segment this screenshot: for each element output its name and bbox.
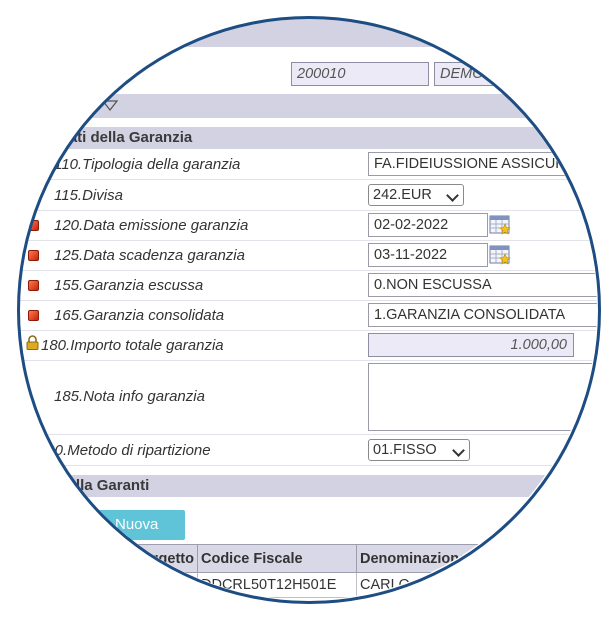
row-data-emissione: 120.Data emissione garanzia 02-02-2022 (19, 210, 597, 241)
label-tipologia: 110.Tipologia della garanzia (54, 156, 241, 173)
label-importo-totale: 180.Importo totale garanzia (41, 337, 224, 354)
calendar-icon[interactable] (489, 213, 511, 235)
cell-codice-fiscale: DDCRL50T12H501E (197, 572, 357, 598)
table-header-row: Soggetto Codice Fiscale Denominazione (40, 544, 544, 573)
importo-totale-field: 1.000,00 (368, 333, 574, 357)
new-row-button[interactable]: Nuova Riga (60, 510, 185, 563)
section-title: Tabella Garanti (42, 477, 150, 494)
chevron-down-icon (446, 189, 459, 202)
collapse-triangle-icon[interactable] (102, 100, 118, 112)
required-bullet-icon (28, 280, 39, 291)
nota-info-textarea[interactable] (368, 363, 597, 431)
name-field[interactable]: DEMO (434, 62, 597, 86)
chevron-down-icon (452, 444, 465, 457)
column-header-soggetto[interactable]: Soggetto (40, 544, 198, 573)
row-nota-info: 185.Nota info garanzia (19, 361, 597, 435)
column-header-denominazione[interactable]: Denominazione (356, 544, 544, 573)
garanti-table: Soggetto Codice Fiscale Denominazione DD… (40, 544, 544, 598)
tipologia-field[interactable]: FA.FIDEIUSSIONE ASSICURATIVA (368, 152, 597, 176)
row-garanzia-escussa: 155.Garanzia escussa 0.NON ESCUSSA (19, 270, 597, 301)
row-tipologia: 110.Tipologia della garanzia FA.FIDEIUSS… (19, 149, 597, 180)
data-emissione-field[interactable]: 02-02-2022 (368, 213, 488, 237)
label-divisa: 115.Divisa (54, 187, 123, 204)
required-bullet-icon (28, 310, 39, 321)
top-header-band (19, 18, 597, 47)
collapse-band[interactable] (19, 94, 597, 118)
metodo-select-value: 01.FISSO (373, 442, 437, 458)
cell-soggetto (40, 572, 198, 598)
divisa-select-value: 242.EUR (373, 187, 432, 203)
cell-denominazione: CARLO (356, 572, 544, 598)
row-importo-totale: 180.Importo totale garanzia 1.000,00 (19, 330, 597, 361)
label-garanzia-consolidata: 165.Garanzia consolidata (54, 307, 225, 324)
garanzia-escussa-field[interactable]: 0.NON ESCUSSA (368, 273, 597, 297)
label-garanzia-escussa: 155.Garanzia escussa (54, 277, 204, 294)
row-data-scadenza: 125.Data scadenza garanzia 03-11-2022 (19, 240, 597, 271)
code-field[interactable]: 200010 (291, 62, 429, 86)
garanzia-consolidata-field[interactable]: 1.GARANZIA CONSOLIDATA (368, 303, 597, 327)
table-row[interactable]: DDCRL50T12H501E CARLO (40, 572, 544, 598)
metodo-ripartizione-select[interactable]: 01.FISSO (368, 439, 470, 461)
label-metodo-ripartizione: 190.Metodo di ripartizione (38, 442, 211, 459)
viewport-circle: 200010 DEMO Dati della Garanzia 110.Tipo… (19, 18, 597, 600)
row-divisa: 115.Divisa 242.EUR (19, 180, 597, 211)
lock-icon (26, 335, 39, 350)
row-metodo-ripartizione: 190.Metodo di ripartizione 01.FISSO (19, 435, 597, 466)
label-data-scadenza: 125.Data scadenza garanzia (54, 247, 245, 264)
column-header-codice-fiscale[interactable]: Codice Fiscale (197, 544, 357, 573)
calendar-icon[interactable] (489, 243, 511, 265)
required-bullet-icon (28, 220, 39, 231)
row-garanzia-consolidata: 165.Garanzia consolidata 1.GARANZIA CONS… (19, 300, 597, 331)
section-dati-garanzia: Dati della Garanzia (19, 127, 597, 149)
section-title: Dati della Garanzia (58, 129, 193, 146)
required-bullet-icon (28, 250, 39, 261)
label-nota-info: 185.Nota info garanzia (54, 388, 205, 405)
form-canvas: 200010 DEMO Dati della Garanzia 110.Tipo… (19, 18, 597, 600)
label-data-emissione: 120.Data emissione garanzia (54, 217, 249, 234)
data-scadenza-field[interactable]: 03-11-2022 (368, 243, 488, 267)
divisa-select[interactable]: 242.EUR (368, 184, 464, 206)
section-tabella-garanti: Tabella Garanti (19, 475, 597, 497)
